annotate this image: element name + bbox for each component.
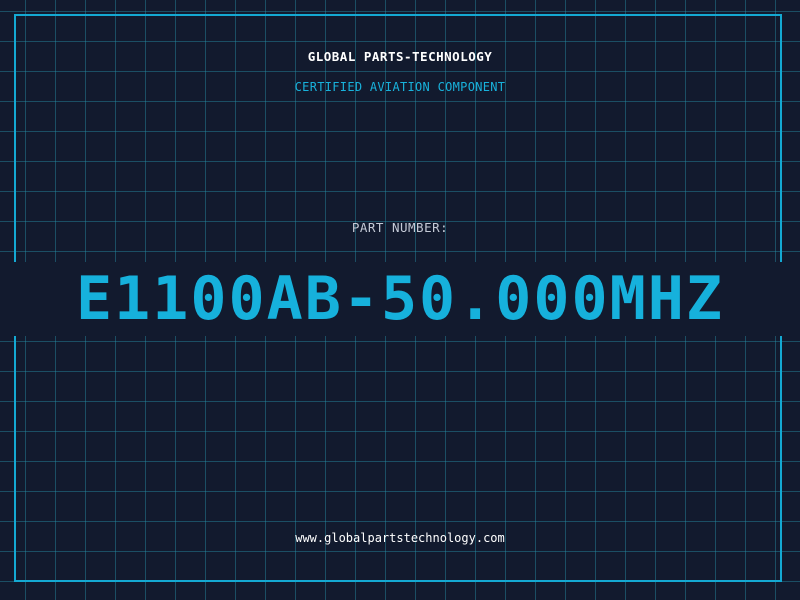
part-label-card: GLOBAL PARTS-TECHNOLOGY CERTIFIED AVIATI…: [0, 0, 800, 600]
certification-tagline: CERTIFIED AVIATION COMPONENT: [294, 80, 506, 94]
company-name: GLOBAL PARTS-TECHNOLOGY: [307, 49, 493, 64]
website-url: www.globalpartstechnology.com: [295, 531, 505, 545]
part-number-label: PART NUMBER:: [351, 220, 449, 235]
part-number-value: E1100AB-50.000MHZ: [75, 264, 725, 334]
